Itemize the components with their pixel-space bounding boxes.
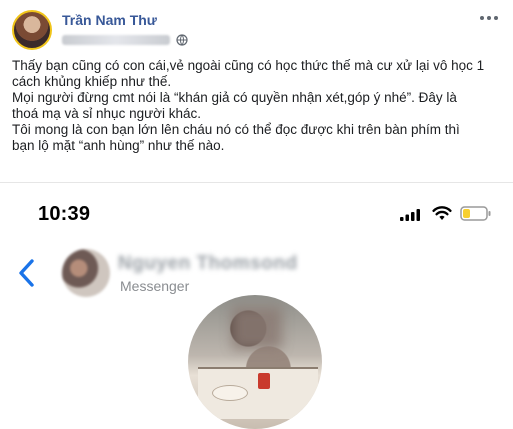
photo-cup xyxy=(258,373,270,389)
post-meta xyxy=(62,33,188,47)
contact-profile-photo[interactable] xyxy=(188,295,322,429)
more-icon-dot xyxy=(487,16,491,20)
more-icon-dot xyxy=(480,16,484,20)
contact-avatar[interactable] xyxy=(62,249,110,297)
globe-icon xyxy=(176,34,188,46)
post-line: bạn lộ mặt “anh hùng” như thế nào. xyxy=(12,138,225,153)
facebook-post: Trần Nam Thư Thấy bạn cũng có con cái,vẻ… xyxy=(0,0,513,429)
author-name[interactable]: Trần Nam Thư xyxy=(62,12,157,28)
messenger-label: Messenger xyxy=(120,278,190,294)
post-line: Thấy bạn cũng có con cái,vẻ ngoài cũng c… xyxy=(12,58,485,73)
face-blur xyxy=(232,307,282,349)
status-bar-time: 10:39 xyxy=(38,203,91,225)
post-line: thoá mạ và sỉ nhục người khác. xyxy=(12,106,201,121)
back-chevron-icon[interactable] xyxy=(16,258,36,288)
post-timestamp-blurred xyxy=(62,35,170,45)
more-options-button[interactable] xyxy=(477,10,501,26)
attached-phone-screenshot[interactable]: 10:39 Nguyen Thomsond Messenger xyxy=(0,183,513,429)
more-icon-dot xyxy=(494,16,498,20)
post-line: cách khủng khiếp như thế. xyxy=(12,74,172,89)
post-body: Thấy bạn cũng có con cái,vẻ ngoài cũng c… xyxy=(12,58,502,154)
author-avatar[interactable] xyxy=(12,10,52,50)
post-line: Mọi người đừng cmt nói là “khán giả có q… xyxy=(12,90,457,105)
wifi-icon xyxy=(432,206,452,220)
post-line: Tôi mong là con bạn lớn lên cháu nó có t… xyxy=(12,122,460,137)
signal-icon xyxy=(400,209,420,221)
battery-icon xyxy=(460,206,491,221)
photo-plate xyxy=(212,385,248,401)
contact-name-blurred[interactable]: Nguyen Thomsond xyxy=(118,253,298,275)
